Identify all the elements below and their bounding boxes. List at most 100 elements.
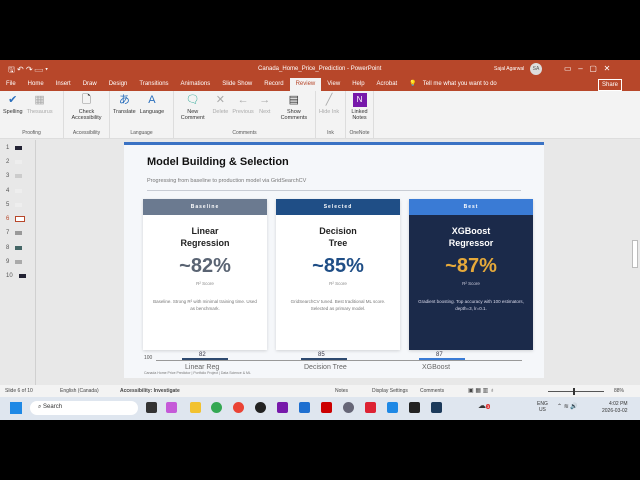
bar: [301, 358, 347, 360]
tab-draw[interactable]: Draw: [77, 78, 103, 91]
thumbnail-10[interactable]: 10: [6, 273, 26, 279]
ribbon: ✔ Spelling ▦ Thesaurus Proofing 🗋 Check Acc…: [0, 91, 640, 139]
group-label: Comments: [232, 130, 257, 136]
bar-label: XGBoost: [422, 364, 451, 371]
onenote-taskbar-icon[interactable]: [277, 402, 288, 413]
language-button[interactable]: A Language: [140, 93, 164, 130]
tab-acrobat[interactable]: Acrobat: [371, 78, 404, 91]
slide-footer: Canada Home Price Predictor | Portfolio …: [144, 371, 251, 375]
app2-icon[interactable]: [431, 402, 442, 413]
share-button[interactable]: Share: [598, 79, 623, 91]
tab-record[interactable]: Record: [258, 78, 289, 91]
previous-comment-button[interactable]: ← Previous: [232, 93, 253, 130]
group-label: Language: [130, 130, 153, 136]
tab-insert[interactable]: Insert: [50, 78, 77, 91]
chart-axis-label: 100: [144, 355, 153, 361]
file-explorer-icon[interactable]: [190, 402, 201, 413]
notes-button[interactable]: Notes: [335, 388, 348, 394]
vertical-scrollbar[interactable]: [632, 240, 638, 268]
tab-view[interactable]: View: [321, 78, 346, 91]
accessibility-status[interactable]: Accessibility: Investigate: [120, 388, 180, 394]
score-label: R² Score: [329, 281, 347, 286]
divider: [147, 190, 521, 191]
thumbnail-3[interactable]: 3: [6, 173, 23, 179]
tab-file[interactable]: File: [0, 78, 22, 91]
settings-icon[interactable]: [343, 402, 354, 413]
acrobat-icon[interactable]: [321, 402, 332, 413]
model-description: Baseline. Strong R² with minimal trainin…: [153, 299, 257, 311]
group-label: OneNote: [349, 130, 370, 136]
bar-label: Linear Reg: [185, 364, 220, 371]
thesaurus-button[interactable]: ▦ Thesaurus: [27, 93, 53, 130]
translate-button[interactable]: あ Translate: [113, 93, 136, 130]
model-description: Gradient boosting. Top accuracy with 100…: [418, 299, 524, 311]
slide-thumbnails: 1 2 3 4 5 6 7 8 9 10: [0, 140, 36, 385]
group-label: Accessibility: [72, 130, 101, 136]
language-status[interactable]: English (Canada): [60, 388, 99, 394]
zoom-slider-thumb[interactable]: [573, 388, 575, 395]
model-card: Selected Decision Tree ~85% R² Score Grid…: [276, 199, 400, 350]
bar: [419, 358, 465, 360]
check-accessibility-button[interactable]: 🗋 Check Accessibility: [67, 93, 106, 130]
tab-design[interactable]: Design: [103, 78, 134, 91]
weather-icon[interactable]: ☁3: [478, 401, 491, 410]
terminal-icon[interactable]: [409, 402, 420, 413]
linked-notes-button[interactable]: N Linked Notes: [349, 93, 370, 130]
thumbnail-6[interactable]: 6: [6, 216, 26, 222]
group-label: Ink: [327, 130, 334, 136]
tab-slide-show[interactable]: Slide Show: [216, 78, 258, 91]
next-comment-button[interactable]: → Next: [258, 93, 272, 130]
delete-comment-button[interactable]: ✕ Delete: [212, 93, 228, 130]
zoom-slider[interactable]: [548, 388, 604, 395]
thumbnail-7[interactable]: 7: [6, 230, 23, 236]
show-comments-button[interactable]: ▤ Show Comments: [276, 93, 312, 130]
spelling-button[interactable]: ✔ Spelling: [3, 93, 23, 130]
input-language[interactable]: ENG US: [537, 401, 548, 413]
thumbnail-5[interactable]: 5: [6, 202, 23, 208]
display-settings-button[interactable]: Display Settings: [372, 388, 408, 394]
vscode-icon[interactable]: [387, 402, 398, 413]
spelling-check-icon: ✔: [8, 94, 18, 106]
powerpoint-taskbar-icon[interactable]: [365, 402, 376, 413]
show-comments-icon: ▤: [288, 94, 300, 106]
zoom-level[interactable]: 88%: [614, 388, 624, 394]
tab-home[interactable]: Home: [22, 78, 50, 91]
new-comment-button[interactable]: 🗨 New Comment: [177, 93, 208, 130]
copilot-icon[interactable]: [166, 402, 177, 413]
thumbnail-4[interactable]: 4: [6, 188, 23, 194]
app-icon[interactable]: [255, 402, 266, 413]
tab-help[interactable]: Help: [346, 78, 370, 91]
window-controls[interactable]: ▭ – ▢ ✕: [564, 64, 610, 73]
thumbnail-8[interactable]: 8: [6, 245, 23, 251]
onenote-icon: N: [352, 93, 367, 107]
chrome-profile-icon[interactable]: [233, 402, 244, 413]
thumbnail-2[interactable]: 2: [6, 159, 23, 165]
model-card: Best XGBoost Regressor ~87% R² Score Grad…: [409, 199, 533, 350]
chrome-icon[interactable]: [211, 402, 222, 413]
user-name: Sajal Agarwal: [494, 66, 525, 72]
model-description: GridSearchCV tuned. Best traditional ML …: [290, 299, 386, 311]
next-icon: →: [259, 94, 271, 106]
chart-axis: [156, 360, 522, 361]
tab-transitions[interactable]: Transitions: [133, 78, 174, 91]
model-name: Linear Regression: [180, 226, 230, 248]
hide-ink-button[interactable]: ╱ Hide Ink: [319, 93, 339, 130]
tab-review[interactable]: Review: [289, 78, 322, 91]
thumbnail-1[interactable]: 1: [6, 145, 23, 151]
card-badge: Best: [409, 199, 533, 215]
outlook-icon[interactable]: [299, 402, 310, 413]
windows-start-icon[interactable]: [10, 402, 22, 414]
accessibility-icon: 🗋: [82, 94, 91, 106]
tab-animations[interactable]: Animations: [175, 78, 217, 91]
avatar[interactable]: SA: [530, 63, 542, 75]
tell-me-search[interactable]: Tell me what you want to do: [423, 78, 497, 91]
view-buttons[interactable]: ▣ ▦ ▥ ♁: [468, 387, 495, 394]
clock[interactable]: 4:02 PM 2026-03-02: [602, 401, 628, 415]
quick-access-toolbar[interactable]: 🖫 ↶ ↷ ▭ ▾: [8, 64, 48, 78]
taskbar-search[interactable]: ⌕ Search: [30, 401, 138, 415]
thumbnail-9[interactable]: 9: [6, 259, 23, 265]
system-tray-icons[interactable]: ⌃ ≋ 🔊: [557, 403, 578, 410]
comments-status-button[interactable]: Comments: [420, 388, 444, 394]
card-badge: Selected: [276, 199, 400, 215]
slide-canvas[interactable]: Model Building & Selection Progressing f…: [124, 142, 544, 378]
